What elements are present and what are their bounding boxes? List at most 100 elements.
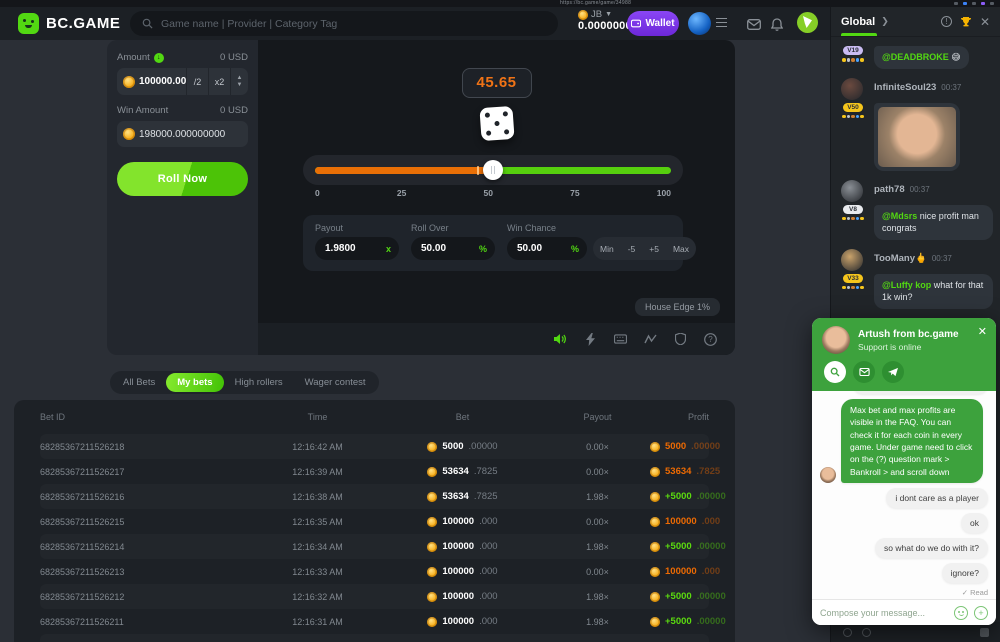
bet-row[interactable]: 6828536721152621312:16:33 AM100000.0000.… — [40, 559, 709, 584]
hotkeys-keyboard-icon[interactable] — [614, 333, 627, 346]
bet-profit: 100000.000 — [650, 516, 720, 527]
user-mention[interactable]: @Luffy kop — [882, 280, 931, 290]
chat-user-avatar[interactable] — [841, 249, 863, 271]
chance-5-button[interactable]: +5 — [642, 244, 666, 254]
user-avatar[interactable] — [688, 12, 711, 35]
help-icon[interactable]: ? — [704, 333, 717, 346]
bet-row[interactable]: 6828536721152621812:16:42 AM5000.000000.… — [40, 434, 709, 459]
tab-high-rollers[interactable]: High rollers — [224, 373, 294, 392]
slider-track[interactable] — [315, 167, 671, 174]
currency-toggle-icon[interactable]: ↓ — [154, 53, 164, 63]
bet-amount-input[interactable] — [139, 76, 186, 87]
vip-level-badge: V8 — [843, 205, 863, 214]
chat-rules-icon[interactable]: ! — [941, 16, 952, 27]
col-bet-id: Bet ID — [40, 412, 255, 422]
chat-channel-selector[interactable]: Global — [841, 16, 875, 28]
bets-table-body: 6828536721152621812:16:42 AM5000.000000.… — [40, 434, 709, 642]
chevron-right-icon[interactable]: ❯ — [881, 16, 889, 27]
bc-game-logo-text: BC.GAME — [46, 15, 120, 32]
bet-id: 68285367211526211 — [40, 617, 255, 627]
step-up-icon[interactable]: ▲ — [237, 75, 243, 82]
bet-row[interactable]: 6828536721152621212:16:32 AM100000.0001.… — [40, 584, 709, 609]
bet-amount: 100000.000 — [380, 591, 545, 602]
support-bot-icon[interactable] — [797, 12, 818, 33]
tick-label: 100 — [657, 188, 671, 198]
win-chance-suffix: % — [571, 244, 579, 254]
vip-level-badge: V50 — [843, 103, 863, 112]
roll-now-button[interactable]: Roll Now — [117, 162, 248, 196]
payout-input[interactable] — [325, 243, 377, 254]
chat-message: TooMany🖕00:37V33@Luffy kop what for that… — [839, 249, 993, 309]
chat-username[interactable]: path78 — [874, 184, 905, 195]
medals — [842, 115, 864, 119]
chance-5-button[interactable]: -5 — [621, 244, 643, 254]
trophy-icon[interactable] — [960, 16, 972, 27]
payout-suffix: x — [386, 244, 391, 254]
messages-icon[interactable] — [745, 15, 763, 33]
chance-min-button[interactable]: Min — [593, 244, 621, 254]
support-telegram-icon[interactable] — [882, 361, 904, 383]
vip-level-badge: V19 — [843, 46, 863, 55]
chat-user-avatar[interactable] — [841, 180, 863, 202]
bet-row[interactable]: 6828536721152621712:16:39 AM53634.78250.… — [40, 459, 709, 484]
emoji-icon[interactable] — [843, 628, 852, 637]
live-stats-icon[interactable] — [644, 333, 657, 346]
tab-my-bets[interactable]: My bets — [166, 373, 223, 392]
bet-row[interactable]: 6828536721152621012:16:30 AM100000.0001.… — [40, 634, 709, 642]
attach-plus-icon[interactable]: + — [974, 606, 988, 620]
bet-row[interactable]: 6828536721152621112:16:31 AM100000.0001.… — [40, 609, 709, 634]
fairness-icon[interactable] — [674, 333, 687, 346]
chat-timestamp: 00:37 — [910, 185, 930, 194]
chat-input-strip[interactable] — [831, 622, 1000, 642]
support-user-message: ignore? — [942, 563, 988, 583]
support-search-icon[interactable] — [824, 361, 846, 383]
win-chance-label: Win Chance — [507, 223, 696, 233]
support-email-icon[interactable] — [853, 361, 875, 383]
chat-username[interactable]: TooMany🖕 — [874, 253, 927, 264]
tab-all-bets[interactable]: All Bets — [112, 373, 166, 392]
support-close-icon[interactable]: ✕ — [978, 325, 987, 338]
user-mention[interactable]: @Mdsrs — [882, 211, 917, 221]
medals — [842, 217, 864, 221]
bet-row[interactable]: 6828536721152621512:16:35 AM100000.0000.… — [40, 509, 709, 534]
emoji-picker-icon[interactable] — [954, 606, 968, 620]
at-mention-icon[interactable] — [862, 628, 871, 637]
house-edge-badge: House Edge 1% — [635, 298, 720, 316]
notifications-bell-icon[interactable] — [768, 15, 786, 33]
step-down-icon[interactable]: ▼ — [237, 82, 243, 89]
instant-bet-icon[interactable] — [584, 333, 597, 346]
double-bet-button[interactable]: x2 — [208, 68, 230, 95]
browser-url[interactable]: https://bc.game/game/34988 — [560, 0, 631, 6]
chat-close-icon[interactable]: ✕ — [980, 16, 990, 28]
support-compose-input[interactable] — [820, 608, 948, 618]
coin-icon — [650, 442, 660, 452]
bet-row[interactable]: 6828536721152621612:16:38 AM53634.78251.… — [40, 484, 709, 509]
volume-icon[interactable] — [554, 333, 567, 346]
browser-extension-icons[interactable] — [954, 2, 994, 5]
chat-username[interactable]: InfiniteSoul23 — [874, 82, 936, 93]
bet-row[interactable]: 6828536721152621412:16:34 AM100000.0001.… — [40, 534, 709, 559]
game-search-input[interactable]: Game name | Provider | Category Tag — [130, 11, 558, 36]
roll-over-input[interactable] — [421, 243, 473, 254]
win-chance-input[interactable] — [517, 243, 563, 254]
coin-icon — [427, 467, 437, 477]
wallet-button[interactable]: Wallet — [627, 11, 679, 36]
win-amount-input[interactable] — [139, 129, 248, 140]
send-icon[interactable] — [980, 628, 989, 637]
bc-game-logo[interactable]: BC.GAME — [18, 13, 120, 34]
half-bet-button[interactable]: /2 — [186, 68, 208, 95]
user-mention[interactable]: @DEADBROKE — [882, 52, 949, 62]
bet-amount: 100000.000 — [380, 616, 545, 627]
coin-icon — [427, 592, 437, 602]
slider-knob[interactable] — [483, 160, 503, 180]
chance-max-button[interactable]: Max — [666, 244, 696, 254]
bet-id: 68285367211526217 — [40, 467, 255, 477]
amount-stepper[interactable]: ▲▼ — [230, 68, 248, 95]
chat-image[interactable] — [878, 107, 956, 167]
bet-payout: 1.98× — [545, 617, 650, 627]
tab-wager-contest[interactable]: Wager contest — [294, 373, 377, 392]
bet-profit: 53634.7825 — [650, 466, 720, 477]
menu-icon[interactable] — [716, 18, 727, 27]
support-user-message: ok — [961, 513, 988, 533]
chat-user-avatar[interactable] — [841, 78, 863, 100]
